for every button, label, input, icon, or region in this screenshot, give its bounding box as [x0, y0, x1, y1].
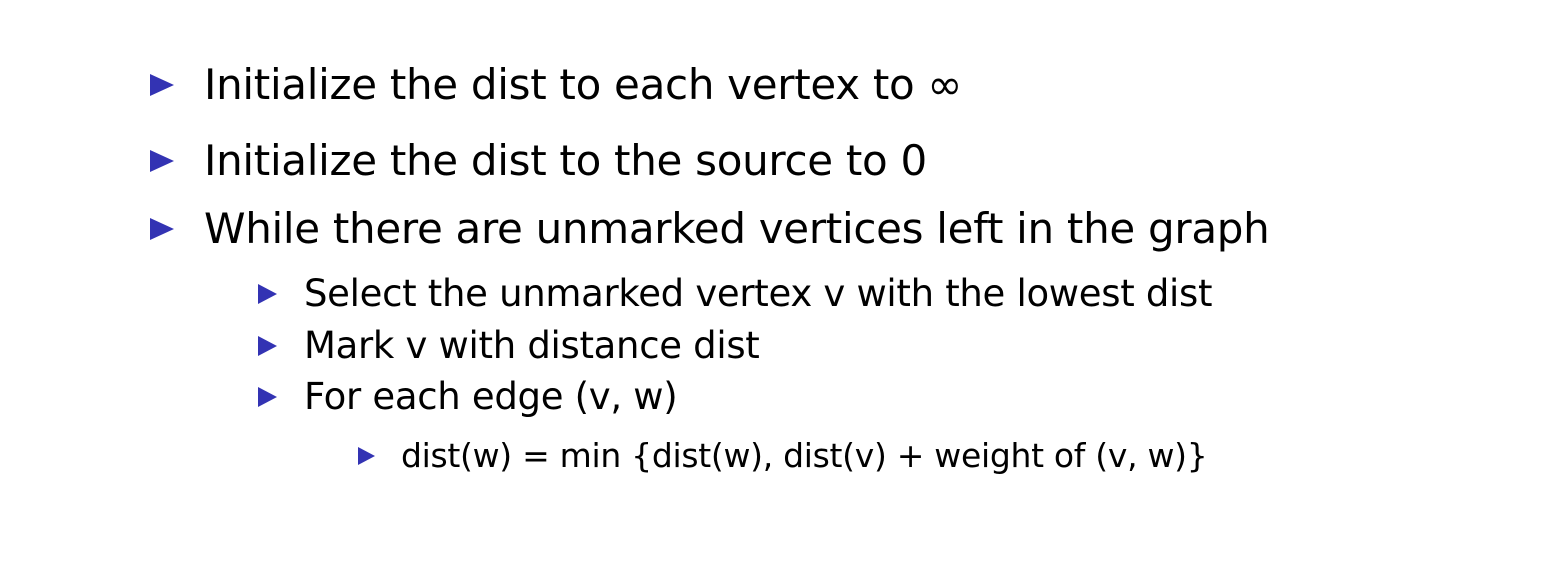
sub-bullet-item-mark-vertex: Mark v with distance dist: [258, 324, 760, 367]
bullet-text: Initialize the dist to the source to 0: [204, 136, 927, 185]
bullet-item-initialize-source: Initialize the dist to the source to 0: [150, 136, 927, 185]
slide: Initialize the dist to each vertex to ∞ …: [0, 0, 1550, 576]
sub-bullet-item-select-vertex: Select the unmarked vertex v with the lo…: [258, 272, 1213, 315]
formula-text: dist(w) = min {dist(w), dist(v) + weight…: [401, 436, 1208, 475]
triangle-bullet-icon: [150, 149, 174, 172]
triangle-bullet-icon: [258, 386, 277, 407]
triangle-bullet-icon: [258, 335, 277, 356]
triangle-bullet-icon: [150, 73, 174, 96]
bullet-text: While there are unmarked vertices left i…: [204, 204, 1270, 253]
bullet-text: Initialize the dist to each vertex to ∞: [204, 60, 963, 109]
sub-bullet-text: For each edge (v, w): [304, 375, 678, 418]
sub-sub-bullet-item-update-dist: dist(w) = min {dist(w), dist(v) + weight…: [358, 436, 1208, 475]
sub-bullet-text: Select the unmarked vertex v with the lo…: [304, 272, 1213, 315]
sub-bullet-text: Mark v with distance dist: [304, 324, 760, 367]
bullet-item-initialize-vertices: Initialize the dist to each vertex to ∞: [150, 60, 962, 109]
triangle-bullet-icon: [258, 283, 277, 304]
sub-bullet-item-for-each-edge: For each edge (v, w): [258, 375, 678, 418]
triangle-bullet-icon: [150, 217, 174, 240]
triangle-bullet-icon: [358, 446, 375, 465]
bullet-item-while-loop: While there are unmarked vertices left i…: [150, 204, 1270, 253]
